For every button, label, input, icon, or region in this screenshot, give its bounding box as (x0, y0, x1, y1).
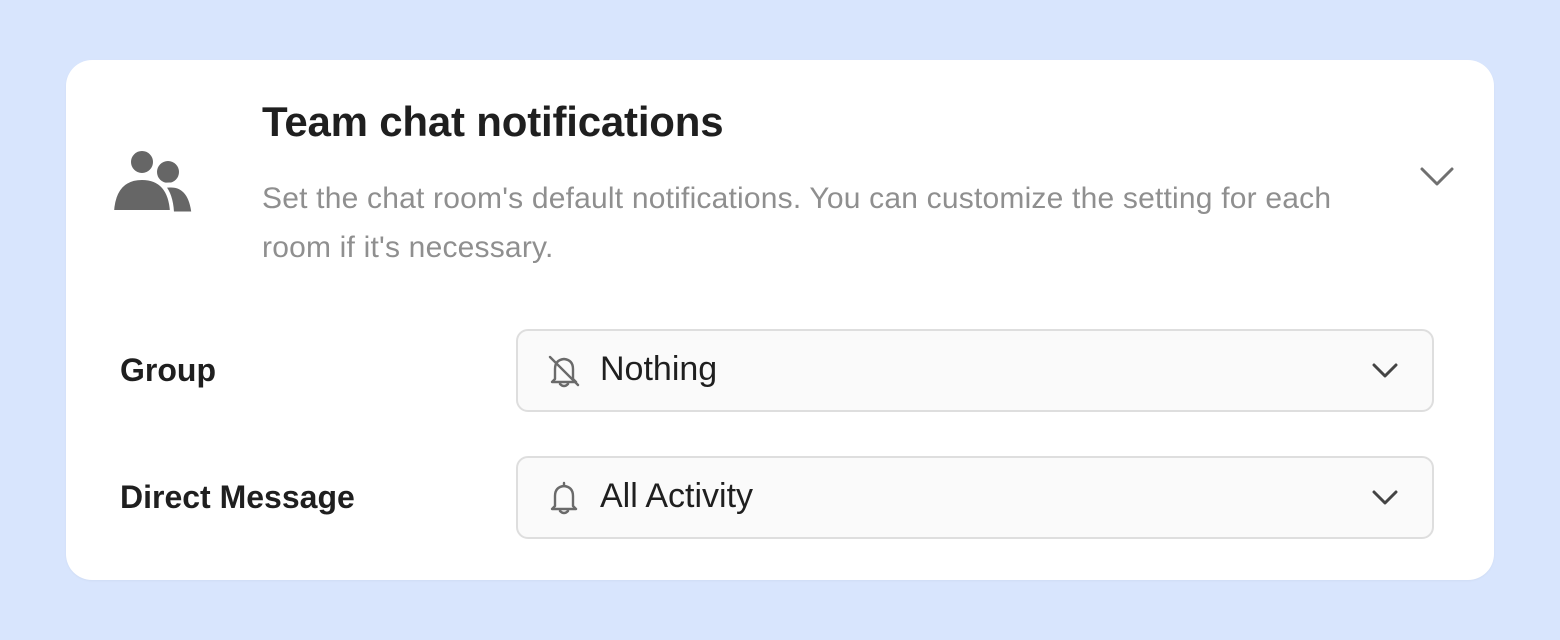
bell-off-icon (548, 355, 580, 388)
chevron-down-icon[interactable] (1418, 160, 1456, 192)
card-title: Team chat notifications (262, 98, 724, 145)
chevron-down-icon (1372, 490, 1398, 505)
group-notification-select[interactable]: Nothing (516, 329, 1434, 412)
card-description: Set the chat room's default notification… (262, 182, 1332, 264)
group-selected-value: Nothing (600, 350, 718, 388)
direct-message-selected-value: All Activity (600, 477, 754, 515)
chevron-down-icon (1372, 363, 1398, 378)
direct-message-notification-select[interactable]: All Activity (516, 456, 1434, 539)
notification-settings-card: Team chat notifications Set the chat roo… (66, 60, 1494, 580)
bell-icon (550, 481, 578, 515)
team-people-icon (110, 148, 196, 214)
group-label: Group (120, 352, 216, 388)
direct-message-label: Direct Message (120, 479, 355, 515)
